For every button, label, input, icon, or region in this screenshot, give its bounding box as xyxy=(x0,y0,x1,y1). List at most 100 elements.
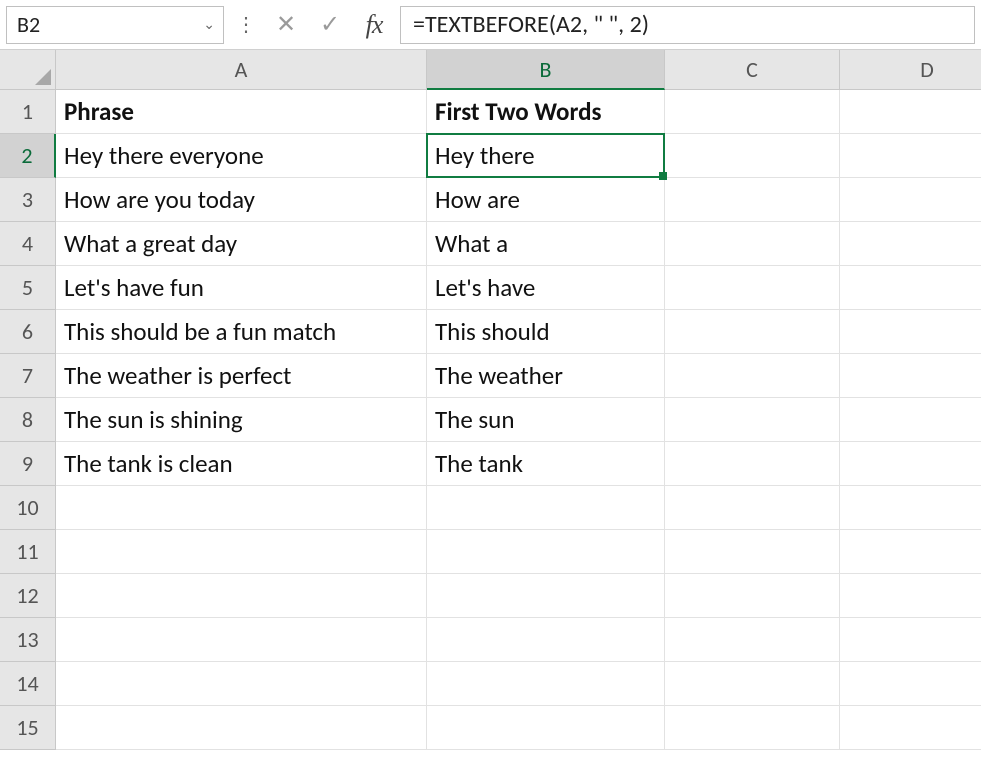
row-header-1[interactable]: 1 xyxy=(0,90,56,134)
cell-c12[interactable] xyxy=(665,574,840,618)
cell-d10[interactable] xyxy=(840,486,981,530)
cell-c4[interactable] xyxy=(665,222,840,266)
cell-c10[interactable] xyxy=(665,486,840,530)
cell-d4[interactable] xyxy=(840,222,981,266)
cell-c2[interactable] xyxy=(665,134,840,178)
cell-a8[interactable]: The sun is shining xyxy=(56,398,427,442)
row-header-8[interactable]: 8 xyxy=(0,398,56,442)
cell-d3[interactable] xyxy=(840,178,981,222)
formula-bar: B2 ⌄ ⋮ ✕ ✓ fx =TEXTBEFORE(A2, " ", 2) xyxy=(0,0,981,50)
row-9: The tank is clean The tank xyxy=(56,442,981,486)
row-header-15[interactable]: 15 xyxy=(0,706,56,750)
row-header-14[interactable]: 14 xyxy=(0,662,56,706)
cell-c9[interactable] xyxy=(665,442,840,486)
row-header-7[interactable]: 7 xyxy=(0,354,56,398)
cell-d6[interactable] xyxy=(840,310,981,354)
cell-c1[interactable] xyxy=(665,90,840,134)
formula-text: =TEXTBEFORE(A2, " ", 2) xyxy=(413,10,649,39)
row-header-4[interactable]: 4 xyxy=(0,222,56,266)
cell-d15[interactable] xyxy=(840,706,981,750)
column-header-a[interactable]: A xyxy=(56,50,427,90)
cell-c11[interactable] xyxy=(665,530,840,574)
cell-b8[interactable]: The sun xyxy=(427,398,665,442)
row-header-9[interactable]: 9 xyxy=(0,442,56,486)
row-1: Phrase First Two Words xyxy=(56,90,981,134)
cell-b14[interactable] xyxy=(427,662,665,706)
formula-input[interactable]: =TEXTBEFORE(A2, " ", 2) xyxy=(400,6,975,44)
cell-a14[interactable] xyxy=(56,662,427,706)
row-2: Hey there everyone Hey there xyxy=(56,134,981,178)
row-header-12[interactable]: 12 xyxy=(0,574,56,618)
row-header-10[interactable]: 10 xyxy=(0,486,56,530)
cell-a5[interactable]: Let's have fun xyxy=(56,266,427,310)
x-icon: ✕ xyxy=(276,10,296,39)
cell-b13[interactable] xyxy=(427,618,665,662)
row-header-3[interactable]: 3 xyxy=(0,178,56,222)
cell-c8[interactable] xyxy=(665,398,840,442)
cell-b2[interactable]: Hey there xyxy=(427,134,665,178)
cell-a3[interactable]: How are you today xyxy=(56,178,427,222)
cell-d7[interactable] xyxy=(840,354,981,398)
cell-b6[interactable]: This should xyxy=(427,310,665,354)
row-3: How are you today How are xyxy=(56,178,981,222)
cell-b3[interactable]: How are xyxy=(427,178,665,222)
cell-a6[interactable]: This should be a fun match xyxy=(56,310,427,354)
cell-d9[interactable] xyxy=(840,442,981,486)
cell-a7[interactable]: The weather is perfect xyxy=(56,354,427,398)
cell-c6[interactable] xyxy=(665,310,840,354)
cell-c7[interactable] xyxy=(665,354,840,398)
cell-a11[interactable] xyxy=(56,530,427,574)
cell-d12[interactable] xyxy=(840,574,981,618)
row-header-5[interactable]: 5 xyxy=(0,266,56,310)
row-header-2[interactable]: 2 xyxy=(0,134,56,178)
cell-d1[interactable] xyxy=(840,90,981,134)
cell-d2[interactable] xyxy=(840,134,981,178)
row-14 xyxy=(56,662,981,706)
cell-a1[interactable]: Phrase xyxy=(56,90,427,134)
cell-b9[interactable]: The tank xyxy=(427,442,665,486)
row-header-6[interactable]: 6 xyxy=(0,310,56,354)
cell-a2[interactable]: Hey there everyone xyxy=(56,134,427,178)
grid: Phrase First Two Words Hey there everyon… xyxy=(56,90,981,750)
cell-a10[interactable] xyxy=(56,486,427,530)
cell-c14[interactable] xyxy=(665,662,840,706)
cell-c5[interactable] xyxy=(665,266,840,310)
cell-b1[interactable]: First Two Words xyxy=(427,90,665,134)
cell-b11[interactable] xyxy=(427,530,665,574)
cell-a4[interactable]: What a great day xyxy=(56,222,427,266)
cell-b7[interactable]: The weather xyxy=(427,354,665,398)
column-header-d[interactable]: D xyxy=(840,50,981,90)
cell-c15[interactable] xyxy=(665,706,840,750)
cell-d5[interactable] xyxy=(840,266,981,310)
name-box[interactable]: B2 ⌄ xyxy=(6,6,224,44)
chevron-down-icon[interactable]: ⌄ xyxy=(203,16,215,33)
cell-a13[interactable] xyxy=(56,618,427,662)
cell-d11[interactable] xyxy=(840,530,981,574)
name-box-text: B2 xyxy=(17,11,203,38)
row-5: Let's have fun Let's have xyxy=(56,266,981,310)
cell-c3[interactable] xyxy=(665,178,840,222)
row-header-13[interactable]: 13 xyxy=(0,618,56,662)
cell-c13[interactable] xyxy=(665,618,840,662)
cell-b15[interactable] xyxy=(427,706,665,750)
cell-b10[interactable] xyxy=(427,486,665,530)
vertical-dots-icon[interactable]: ⋮ xyxy=(232,15,260,35)
cell-d14[interactable] xyxy=(840,662,981,706)
row-6: This should be a fun match This should xyxy=(56,310,981,354)
cell-b4[interactable]: What a xyxy=(427,222,665,266)
row-header-11[interactable]: 11 xyxy=(0,530,56,574)
cell-b12[interactable] xyxy=(427,574,665,618)
column-header-b[interactable]: B xyxy=(427,50,665,90)
cell-a15[interactable] xyxy=(56,706,427,750)
cell-a12[interactable] xyxy=(56,574,427,618)
row-10 xyxy=(56,486,981,530)
cell-a9[interactable]: The tank is clean xyxy=(56,442,427,486)
row-13 xyxy=(56,618,981,662)
column-header-c[interactable]: C xyxy=(665,50,840,90)
cancel-formula-button: ✕ xyxy=(268,7,304,43)
insert-function-button[interactable]: fx xyxy=(356,7,392,43)
select-all-corner[interactable] xyxy=(0,50,56,90)
cell-d13[interactable] xyxy=(840,618,981,662)
cell-b5[interactable]: Let's have xyxy=(427,266,665,310)
cell-d8[interactable] xyxy=(840,398,981,442)
